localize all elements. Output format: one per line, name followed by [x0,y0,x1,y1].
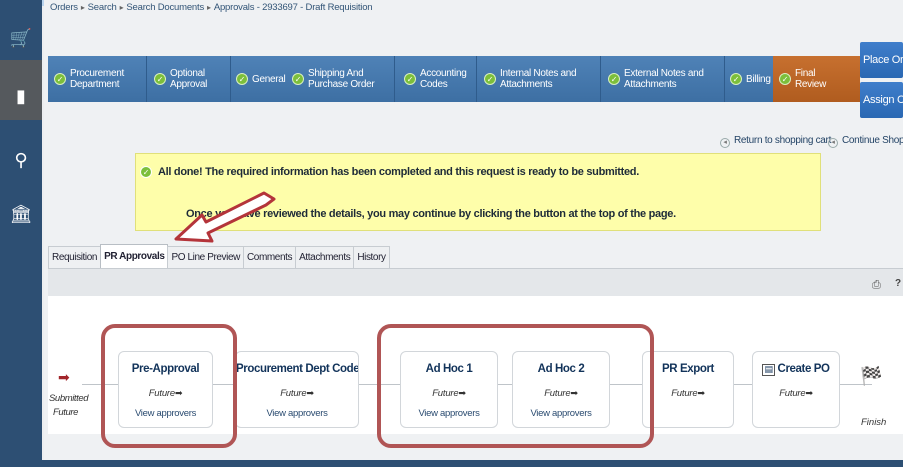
pin-icon[interactable]: ⚲ [0,150,42,172]
stage-status: Future➡ [643,388,733,399]
step-accounting-codes[interactable]: ✓ Accounting Codes [404,56,480,102]
left-sidebar: 🛒 ▮ ⚲ 🏛 [0,0,42,467]
workflow-start: Submitted Future [49,392,89,420]
check-icon: ✓ [608,73,620,85]
workflow-stage: ▤ Create PO Future➡ [752,351,840,428]
notice-line-1-text: All done! The required information has b… [158,166,639,178]
workflow-stage: PR Export Future➡ [642,351,734,428]
tab-attachments[interactable]: Attachments [295,246,355,268]
breadcrumb-search-documents[interactable]: Search Documents [126,2,204,13]
arrow-left-icon: ◂ [720,138,730,148]
documents-icon[interactable]: ▮ [0,86,42,108]
place-order-button[interactable]: Place Order [860,42,903,78]
step-final-review-content: ✓ Final Review [779,56,835,102]
check-icon: ✓ [236,73,248,85]
stage-status: Future➡ [236,388,358,399]
check-icon: ✓ [54,73,66,85]
step-optional-approval[interactable]: ✓ Optional Approval [154,56,220,102]
print-icon[interactable]: ⎙ [872,278,884,291]
breadcrumb-orders[interactable]: Orders [50,2,78,13]
view-approvers-link[interactable]: View approvers [236,408,358,419]
stage-status-text: Future [779,388,806,399]
chevron-right-icon: ▸ [119,3,124,12]
highlight-box [101,324,237,448]
stage-status: Future➡ [753,388,839,399]
step-shipping-and-purchase-order[interactable]: ✓ Shipping And Purchase Order [292,56,388,102]
check-icon: ✓ [154,73,166,85]
arrow-right-icon: ➡ [805,389,813,399]
document-icon: ▤ [762,364,775,376]
bank-icon[interactable]: 🏛 [0,204,42,226]
continue-shopping-label: Continue Shopping [842,135,903,146]
assign-cart-button[interactable]: Assign Cart [860,82,903,118]
step-divider [724,56,725,102]
step-billing[interactable]: ✓ Billing [730,56,776,102]
workflow-stage: Procurement Dept Code Approva Future➡ Vi… [235,351,359,428]
workflow-start-status: Future [53,407,79,418]
step-divider [394,56,395,102]
stage-title: Create PO [777,363,830,375]
shopping-cart-icon[interactable]: 🛒 [0,28,42,50]
return-to-cart-label: Return to shopping cart [734,135,832,146]
tab-toolbar [48,268,903,296]
workflow-start-label: Submitted [49,393,89,404]
breadcrumb: Orders ▸ Search ▸ Search Documents ▸ Approvals… [50,2,373,13]
help-icon[interactable]: ? [895,278,901,289]
stage-title-row: ▤ Create PO [753,363,839,376]
step-divider [230,56,231,102]
continue-shopping-link[interactable]: ◂ Continue Shopping [828,135,903,148]
arrow-right-icon: ➡ [58,370,70,386]
chevron-right-icon: ▸ [80,3,85,12]
tab-requisition[interactable]: Requisition [48,246,102,268]
check-icon: ✓ [730,73,742,85]
stage-title: Procurement Dept Code Approva [236,363,358,375]
step-divider [476,56,477,102]
notice-line-1: ✓ All done! The required information has … [140,166,639,178]
tab-bar: Requisition PR Approvals PO Line Preview… [48,244,390,268]
check-icon: ✓ [292,73,304,85]
step-external-notes[interactable]: ✓ External Notes and Attachments [608,56,724,102]
step-divider [600,56,601,102]
step-final-review[interactable]: ✓ Final Review [773,56,860,102]
bottom-border [0,460,903,467]
tab-pr-approvals[interactable]: PR Approvals [100,244,169,268]
check-icon: ✓ [484,73,496,85]
checkered-flag-icon: 🏁 [860,366,883,387]
chevron-right-icon: ▸ [207,3,211,12]
check-icon: ✓ [140,166,152,178]
step-progress-bar: ✓ Procurement Department ✓ Optional Approv… [48,56,856,102]
breadcrumb-search[interactable]: Search [88,2,117,13]
check-icon: ✓ [779,73,791,85]
stage-status-text: Future [671,388,698,399]
arrow-right-icon: ➡ [697,389,705,399]
step-general[interactable]: ✓ General [236,56,292,102]
return-to-cart-link[interactable]: ◂ Return to shopping cart [720,135,831,148]
step-divider [146,56,147,102]
step-internal-notes[interactable]: ✓ Internal Notes and Attachments [484,56,600,102]
tab-history[interactable]: History [353,246,390,268]
check-icon: ✓ [404,73,416,85]
arrow-left-icon: ◂ [828,138,838,148]
workflow-finish-label: Finish [861,417,887,428]
stage-title: PR Export [662,363,714,375]
stage-status-text: Future [280,388,307,399]
arrow-right-icon: ➡ [306,389,314,399]
tab-comments[interactable]: Comments [242,246,297,268]
highlight-box [377,324,654,448]
breadcrumb-current: Approvals - 2933697 - Draft Requisition [213,2,373,13]
tab-po-line-preview[interactable]: PO Line Preview [167,246,244,268]
step-procurement-department[interactable]: ✓ Procurement Department [54,56,140,102]
